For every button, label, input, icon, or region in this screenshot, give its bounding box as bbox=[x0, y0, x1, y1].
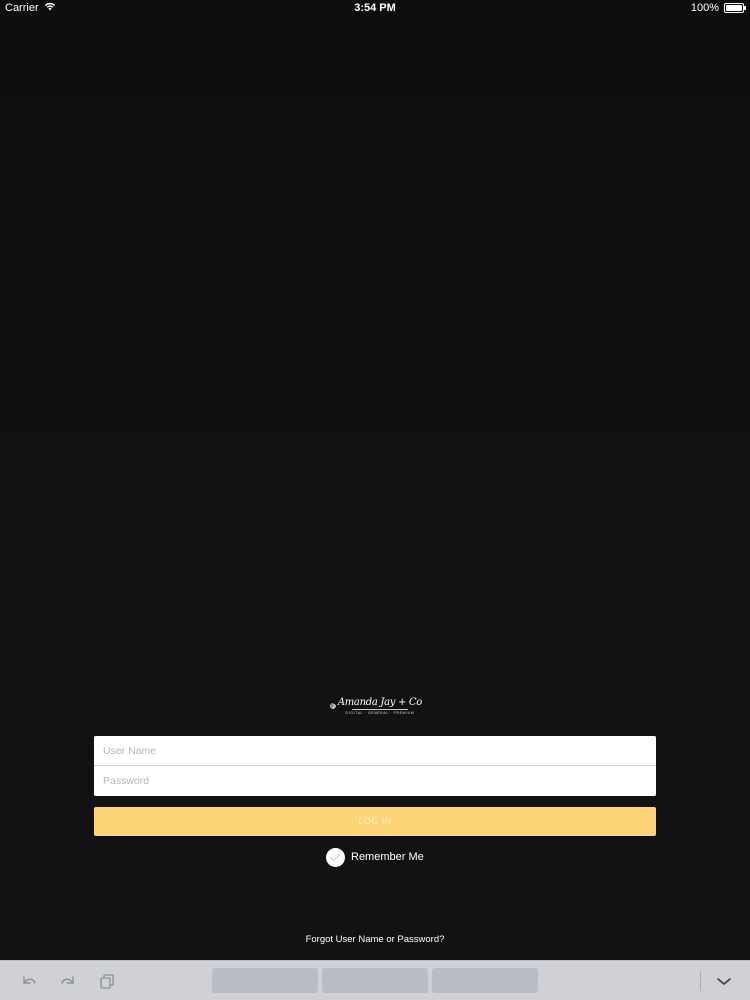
logo-tagline: DIGITAL · GENERAL · PREMIUM bbox=[345, 711, 415, 715]
logo-text: Amanda Jay + Co DIGITAL · GENERAL · PREM… bbox=[338, 697, 422, 715]
username-input[interactable] bbox=[94, 736, 656, 765]
remember-checkbox[interactable] bbox=[326, 847, 345, 867]
remember-me-toggle[interactable]: Remember Me bbox=[326, 847, 424, 867]
swirl-logo-icon bbox=[330, 703, 336, 709]
password-input[interactable] bbox=[94, 766, 656, 796]
brand-logo: Amanda Jay + Co DIGITAL · GENERAL · PREM… bbox=[330, 692, 422, 720]
undo-icon[interactable] bbox=[19, 971, 39, 991]
forgot-credentials-link[interactable]: Forgot User Name or Password? bbox=[0, 934, 750, 945]
status-bar: Carrier 3:54 PM 100% bbox=[0, 0, 750, 18]
login-button[interactable]: LOG IN bbox=[94, 807, 656, 836]
status-right: 100% bbox=[690, 2, 746, 14]
chevron-down-icon[interactable] bbox=[714, 971, 734, 991]
battery-icon bbox=[724, 3, 746, 13]
login-form bbox=[94, 736, 656, 796]
status-time: 3:54 PM bbox=[354, 2, 396, 14]
toolbar-divider bbox=[700, 971, 701, 991]
suggestion-slot-2[interactable] bbox=[322, 968, 428, 993]
checkmark-icon bbox=[330, 852, 341, 861]
suggestion-slot-3[interactable] bbox=[432, 968, 538, 993]
logo-rule bbox=[351, 709, 408, 710]
suggestion-slot-1[interactable] bbox=[212, 968, 318, 993]
keyboard-accessory-bar bbox=[0, 960, 750, 1000]
remember-me-label: Remember Me bbox=[351, 851, 424, 863]
redo-icon[interactable] bbox=[58, 971, 78, 991]
paste-icon[interactable] bbox=[97, 971, 117, 991]
battery-percent: 100% bbox=[690, 2, 719, 14]
logo-script: Amanda Jay + Co bbox=[337, 697, 422, 708]
